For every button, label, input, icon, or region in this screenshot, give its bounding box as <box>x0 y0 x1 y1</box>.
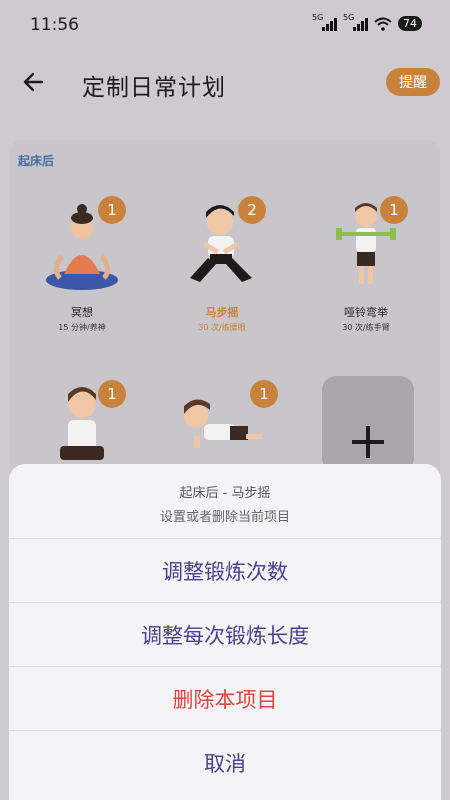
exercise-detail: 15 分钟/养神 <box>58 323 106 332</box>
add-exercise-button[interactable] <box>322 376 414 472</box>
count-badge: 1 <box>98 380 126 408</box>
delete-item-option[interactable]: 删除本项目 <box>9 666 441 730</box>
signal-icon-2: 5G <box>343 13 368 31</box>
status-icons: 5G 5G 74 <box>312 13 422 31</box>
sheet-subtitle: 设置或者删除当前项目 <box>159 510 290 525</box>
exercise-detail: 30 次/练腰眼 <box>198 323 246 332</box>
back-arrow-icon[interactable] <box>20 68 48 96</box>
action-sheet: 起床后 - 马步摇 设置或者删除当前项目 调整锻炼次数 调整每次锻炼长度 删除本… <box>9 464 441 800</box>
exercise-name: 冥想 <box>71 306 93 319</box>
plus-icon-bar <box>352 440 384 444</box>
status-time: 11:56 <box>30 15 79 35</box>
exercise-item-horse-stance[interactable]: 2 马步摇 30 次/练腰眼 <box>152 196 292 366</box>
exercise-detail: 30 次/练手臂 <box>342 323 390 332</box>
signal-icon: 5G <box>312 13 337 31</box>
section-label: 起床后 <box>18 154 55 168</box>
battery-indicator: 74 <box>398 16 422 31</box>
count-badge: 1 <box>380 196 408 224</box>
signal-label-2: 5G <box>343 12 355 22</box>
exercise-item-meditation[interactable]: 1 冥想 15 分钟/养神 <box>12 196 152 366</box>
remind-button[interactable]: 提醒 <box>386 68 440 96</box>
signal-label: 5G <box>312 12 324 22</box>
adjust-duration-option[interactable]: 调整每次锻炼长度 <box>9 602 441 666</box>
wifi-icon <box>374 17 392 31</box>
app-header: 定制日常计划 提醒 <box>0 60 450 104</box>
count-badge: 2 <box>238 196 266 224</box>
adjust-count-option[interactable]: 调整锻炼次数 <box>9 538 441 602</box>
cancel-option[interactable]: 取消 <box>9 730 441 794</box>
count-badge: 1 <box>250 380 278 408</box>
exercise-name: 哑铃弯举 <box>344 306 388 319</box>
page-title: 定制日常计划 <box>82 75 226 101</box>
count-badge: 1 <box>98 196 126 224</box>
sheet-title: 起床后 - 马步摇 <box>179 486 271 501</box>
status-bar: 11:56 5G 5G 74 <box>0 0 450 50</box>
exercise-item-dumbbell-curl[interactable]: 1 哑铃弯举 30 次/练手臂 <box>296 196 436 366</box>
exercise-name: 马步摇 <box>205 306 239 319</box>
